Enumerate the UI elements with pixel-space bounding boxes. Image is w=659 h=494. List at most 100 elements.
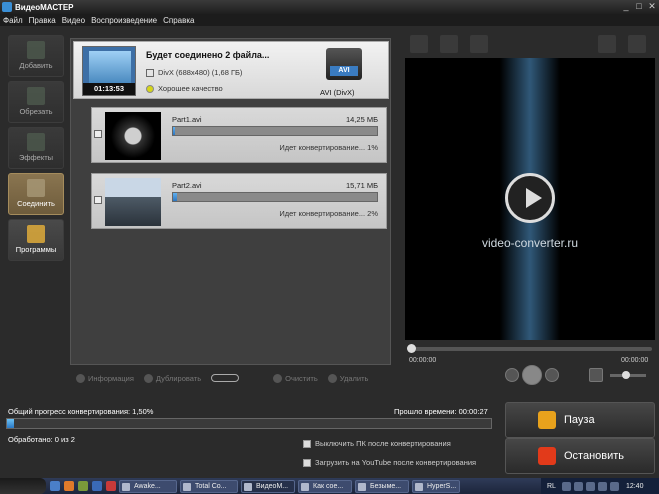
quicklaunch-icon[interactable] bbox=[92, 481, 102, 491]
youtube-label: Загрузить на YouTube после конвертирован… bbox=[315, 458, 477, 467]
youtube-option[interactable]: Загрузить на YouTube после конвертирован… bbox=[303, 458, 476, 467]
merge-thumbnail-image bbox=[89, 51, 131, 83]
file-row[interactable]: Part1.avi 14,25 МБ Идет конвертирование.… bbox=[91, 107, 387, 163]
quicklaunch-icon[interactable] bbox=[64, 481, 74, 491]
sidebar-trim-button[interactable]: Обрезать bbox=[8, 81, 64, 123]
close-icon[interactable]: ✕ bbox=[647, 1, 657, 11]
format-tag: AVI bbox=[330, 66, 358, 76]
file-progress-bar bbox=[172, 192, 378, 202]
app-icon bbox=[2, 2, 12, 12]
trim-icon bbox=[27, 87, 45, 105]
quality-dot-icon bbox=[146, 85, 154, 94]
start-button[interactable] bbox=[0, 478, 46, 494]
file-row[interactable]: Part2.avi 15,71 МБ Идет конвертирование.… bbox=[91, 173, 387, 229]
programs-icon bbox=[27, 225, 45, 243]
brightness-icon[interactable] bbox=[470, 35, 488, 53]
task-item[interactable]: HyperS... bbox=[412, 479, 460, 493]
volume-knob[interactable] bbox=[622, 371, 630, 379]
sidebar-merge-button[interactable]: Соединить bbox=[8, 173, 64, 215]
sidebar-trim-label: Обрезать bbox=[19, 107, 53, 116]
preview-play-icon[interactable] bbox=[505, 173, 555, 223]
film-icon bbox=[146, 69, 154, 78]
info-button[interactable]: Информация bbox=[76, 373, 134, 383]
merge-icon bbox=[27, 179, 45, 197]
info-label: Информация bbox=[88, 373, 134, 383]
file-status: Идет конвертирование... 2% bbox=[279, 209, 378, 218]
seek-bar[interactable] bbox=[407, 344, 652, 353]
video-preview[interactable]: video-converter.ru bbox=[405, 58, 655, 340]
fullscreen-icon[interactable] bbox=[628, 35, 646, 53]
shutdown-option[interactable]: Выключить ПК после конвертирования bbox=[303, 439, 451, 448]
file-size: 15,71 МБ bbox=[345, 181, 378, 190]
file-name: Part1.avi bbox=[172, 115, 202, 124]
play-icon[interactable] bbox=[522, 365, 542, 385]
tray-icon[interactable] bbox=[573, 481, 583, 491]
task-item[interactable]: Awake... bbox=[119, 479, 177, 493]
task-item[interactable]: Безыме... bbox=[355, 479, 409, 493]
minimize-icon[interactable]: _ bbox=[621, 1, 631, 11]
file-progress-fill bbox=[173, 127, 176, 135]
menu-file[interactable]: Файл bbox=[3, 16, 23, 25]
forward-icon[interactable] bbox=[545, 368, 559, 382]
file-size: 14,25 МБ bbox=[345, 115, 378, 124]
view-toggle[interactable] bbox=[211, 374, 240, 382]
maximize-icon[interactable]: □ bbox=[634, 1, 644, 11]
snapshot-icon[interactable] bbox=[598, 35, 616, 53]
duplicate-button[interactable]: Дублировать bbox=[143, 373, 201, 383]
shutdown-checkbox[interactable] bbox=[303, 439, 311, 448]
format-label: AVI (DivX) bbox=[320, 88, 355, 97]
task-item[interactable]: Total Co... bbox=[180, 479, 238, 493]
tray-icon[interactable] bbox=[609, 481, 619, 491]
preview-toolbar bbox=[404, 33, 656, 55]
pause-label: Пауза bbox=[564, 414, 595, 426]
clear-button[interactable]: Очистить bbox=[273, 373, 318, 383]
quicklaunch-icon[interactable] bbox=[106, 481, 116, 491]
menu-help[interactable]: Справка bbox=[163, 16, 194, 25]
sidebar-merge-label: Соединить bbox=[17, 199, 55, 208]
file-checkbox[interactable] bbox=[94, 130, 102, 138]
task-item[interactable]: Как сое... bbox=[298, 479, 352, 493]
tray-icon[interactable] bbox=[585, 481, 595, 491]
menu-video[interactable]: Видео bbox=[62, 16, 85, 25]
seek-knob[interactable] bbox=[407, 344, 416, 353]
file-progress-fill bbox=[173, 193, 178, 201]
merge-summary-card[interactable]: 01:13:53 Будет соединено 2 файла... DivX… bbox=[73, 41, 389, 99]
menu-playback[interactable]: Воспроизведение bbox=[91, 16, 157, 25]
task-item[interactable]: ВидеоМ... bbox=[241, 479, 295, 493]
quicklaunch-icon[interactable] bbox=[78, 481, 88, 491]
frame-icon[interactable] bbox=[410, 35, 428, 53]
aspect-icon[interactable] bbox=[440, 35, 458, 53]
file-progress-bar bbox=[172, 126, 378, 136]
stop-label: Остановить bbox=[564, 450, 625, 462]
stop-button[interactable]: Остановить bbox=[505, 438, 655, 474]
remove-button[interactable]: Удалить bbox=[327, 373, 369, 383]
total-progress-label: Общий прогресс конвертирования: 1,50% bbox=[8, 407, 154, 416]
effects-icon bbox=[27, 133, 45, 151]
pause-button[interactable]: Пауза bbox=[505, 402, 655, 438]
remove-label: Удалить bbox=[339, 373, 369, 383]
sidebar-programs-button[interactable]: Программы bbox=[8, 219, 64, 261]
sidebar-add-button[interactable]: Добавить bbox=[8, 35, 64, 77]
rewind-icon[interactable] bbox=[505, 368, 519, 382]
menu-edit[interactable]: Правка bbox=[29, 16, 56, 25]
volume-icon[interactable] bbox=[589, 368, 603, 382]
sidebar-effects-button[interactable]: Эффекты bbox=[8, 127, 64, 169]
youtube-checkbox[interactable] bbox=[303, 458, 311, 467]
info-icon bbox=[76, 373, 85, 383]
clear-label: Очистить bbox=[285, 373, 318, 383]
tray-icon[interactable] bbox=[561, 481, 571, 491]
quicklaunch-icon[interactable] bbox=[50, 481, 60, 491]
merge-info: DivX (688x480) (1,68 ГБ) bbox=[146, 68, 242, 78]
file-checkbox[interactable] bbox=[94, 196, 102, 204]
volume-slider[interactable] bbox=[610, 371, 646, 379]
clear-icon bbox=[273, 373, 283, 383]
taskbar: Awake... Total Co... ВидеоМ... Как сое..… bbox=[0, 478, 659, 494]
preview-brand: video-converter.ru bbox=[481, 236, 579, 250]
sidebar: Добавить Обрезать Эффекты Соединить Прог… bbox=[6, 33, 66, 363]
merge-duration: 01:13:53 bbox=[83, 83, 135, 95]
format-button[interactable]: AVI bbox=[326, 48, 362, 80]
sidebar-programs-label: Программы bbox=[15, 245, 57, 254]
language-indicator[interactable]: RL bbox=[547, 483, 556, 490]
tray-icon[interactable] bbox=[597, 481, 607, 491]
shutdown-label: Выключить ПК после конвертирования bbox=[315, 439, 451, 448]
